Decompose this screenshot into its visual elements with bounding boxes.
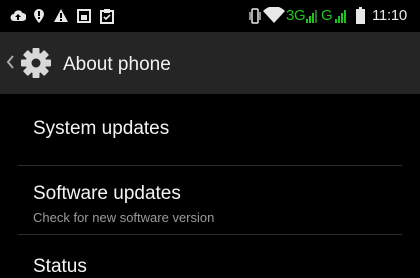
battery-icon: [356, 7, 365, 24]
network-type-3g: 3G: [286, 7, 306, 24]
page-title: About phone: [63, 54, 171, 75]
cloud-upload-icon: [10, 10, 26, 21]
gear-icon[interactable]: [20, 47, 52, 79]
signal-bars-icon: [335, 10, 346, 23]
vibrate-icon: [249, 8, 261, 24]
settings-list: System updates Software updates Check fo…: [0, 94, 420, 277]
action-bar[interactable]: About phone: [0, 32, 420, 94]
list-item-title: Status: [33, 256, 87, 277]
screenshot-icon: [77, 9, 91, 23]
list-item-title: Software updates: [33, 183, 181, 204]
list-item-software-updates[interactable]: Software updates Check for new software …: [0, 164, 420, 235]
clipboard-icon: [100, 9, 114, 24]
network-type-g: G: [321, 7, 333, 24]
wifi-icon: [263, 7, 285, 23]
list-item-system-updates[interactable]: System updates: [0, 94, 420, 166]
clock: 11:10: [372, 7, 407, 24]
warning-icon: [54, 9, 68, 22]
chevron-left-icon[interactable]: [6, 55, 14, 69]
location-pin-icon: [34, 9, 44, 23]
status-bar: 3G G 11:10: [0, 0, 420, 32]
signal-bars-icon: [306, 10, 317, 23]
list-item-subtitle: Check for new software version: [33, 210, 215, 225]
list-item-status[interactable]: Status: [0, 234, 420, 277]
list-item-title: System updates: [33, 118, 170, 139]
